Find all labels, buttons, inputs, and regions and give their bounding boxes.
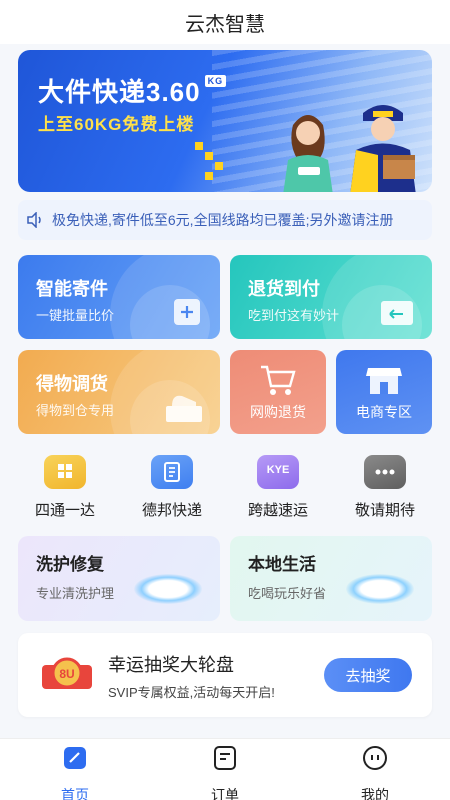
go-draw-button[interactable]: 去抽奖 xyxy=(324,658,412,692)
lucky-draw-logo-text: 8U xyxy=(59,667,74,681)
order-icon xyxy=(214,746,236,770)
banner-deco-square xyxy=(205,152,213,160)
small-card-ecommerce-zone[interactable]: 电商专区 xyxy=(336,350,432,434)
profile-icon xyxy=(363,746,387,770)
banner-headline-text: 大件快递3.60 xyxy=(38,77,201,107)
service-title: 本地生活 xyxy=(248,555,316,574)
small-card-label: 网购退货 xyxy=(250,404,306,420)
bottom-tab-bar: 首页 订单 我的 xyxy=(0,738,450,800)
carrier-label: 敬请期待 xyxy=(354,502,415,519)
storefront-icon xyxy=(366,368,402,394)
service-card-laundry-repair[interactable]: 洗护修复 专业清洗护理 xyxy=(18,536,220,621)
promo-banner[interactable]: 大件快递3.60 KG 上至60KG免费上楼 xyxy=(18,50,432,192)
tab-label: 首页 xyxy=(61,787,89,800)
banner-deco-square xyxy=(205,172,213,180)
feature-card-title: 智能寄件 xyxy=(36,279,108,299)
add-icon xyxy=(174,299,200,325)
notice-text: 极免快递,寄件低至6元,全国线路均已覆盖;另外邀请注册 xyxy=(52,212,394,228)
lucky-draw-title: 幸运抽奖大轮盘 xyxy=(108,655,234,675)
feature-card-smart-send[interactable]: 智能寄件 一键批量比价 xyxy=(18,255,220,339)
carrier-sitong-yida[interactable]: 四通一达 xyxy=(15,455,115,520)
tab-label: 我的 xyxy=(361,787,389,800)
feature-card-dewu-transfer[interactable]: 得物调货 得物到仓专用 xyxy=(18,350,220,434)
service-subtitle: 吃喝玩乐好省 xyxy=(248,586,327,601)
speaker-icon xyxy=(18,212,52,228)
home-icon xyxy=(64,747,86,769)
small-card-online-return[interactable]: 网购退货 xyxy=(230,350,326,434)
feature-card-title: 得物调货 xyxy=(36,374,108,394)
local-life-podium-icon xyxy=(346,574,414,604)
courier-illustration xyxy=(350,105,416,192)
lucky-draw-card[interactable]: 8U 幸运抽奖大轮盘 SVIP专属权益,活动每天开启! 去抽奖 xyxy=(18,633,432,717)
lucky-draw-logo: 8U xyxy=(42,657,92,689)
banner-deco-square xyxy=(195,142,203,150)
carrier-label: 德邦快递 xyxy=(141,502,202,519)
laundry-podium-icon xyxy=(134,574,202,604)
service-title: 洗护修复 xyxy=(36,555,104,574)
carrier-kuayue[interactable]: KYE 跨越速运 xyxy=(228,455,328,520)
feature-card-return-cod[interactable]: 退货到付 吃到付这有妙计 xyxy=(230,255,432,339)
more-dots-icon xyxy=(364,455,406,489)
feature-card-subtitle: 一键批量比价 xyxy=(36,308,115,323)
carrier-debang[interactable]: 德邦快递 xyxy=(122,455,222,520)
lucky-draw-subtitle: SVIP专属权益,活动每天开启! xyxy=(108,685,275,700)
tab-home[interactable]: 首页 xyxy=(35,745,115,800)
tab-label: 订单 xyxy=(211,787,239,800)
feature-card-subtitle: 吃到付这有妙计 xyxy=(248,308,340,323)
kye-logo-icon: KYE xyxy=(257,455,299,489)
carrier-label: 跨越速运 xyxy=(247,502,308,519)
banner-deco-square xyxy=(215,162,223,170)
debang-logo-icon xyxy=(151,455,193,489)
banner-kg-badge: KG xyxy=(204,75,227,87)
feature-card-title: 退货到付 xyxy=(248,279,320,299)
small-card-label: 电商专区 xyxy=(356,404,412,420)
banner-headline: 大件快递3.60 KG xyxy=(38,72,227,109)
woman-illustration xyxy=(283,115,333,192)
carrier-label: 四通一达 xyxy=(34,502,95,519)
service-card-local-life[interactable]: 本地生活 吃喝玩乐好省 xyxy=(230,536,432,621)
feature-card-subtitle: 得物到仓专用 xyxy=(36,403,115,418)
tab-orders[interactable]: 订单 xyxy=(185,745,265,800)
tab-profile[interactable]: 我的 xyxy=(335,745,415,800)
app-title-bar: 云杰智慧 xyxy=(0,0,450,44)
service-subtitle: 专业清洗护理 xyxy=(36,586,115,601)
grid-icon xyxy=(44,455,86,489)
kye-logo-text: KYE xyxy=(266,464,290,476)
shopping-cart-icon xyxy=(261,365,296,395)
app-title: 云杰智慧 xyxy=(185,11,265,36)
shoe-box-icon xyxy=(166,395,202,422)
banner-subline: 上至60KG免费上楼 xyxy=(38,115,195,134)
carrier-row: 四通一达 德邦快递 KYE 跨越速运 敬请期待 xyxy=(0,455,450,525)
notice-bar[interactable]: 极免快递,寄件低至6元,全国线路均已覆盖;另外邀请注册 xyxy=(18,200,432,240)
carrier-coming-soon[interactable]: 敬请期待 xyxy=(335,455,435,520)
return-box-icon xyxy=(381,301,413,325)
